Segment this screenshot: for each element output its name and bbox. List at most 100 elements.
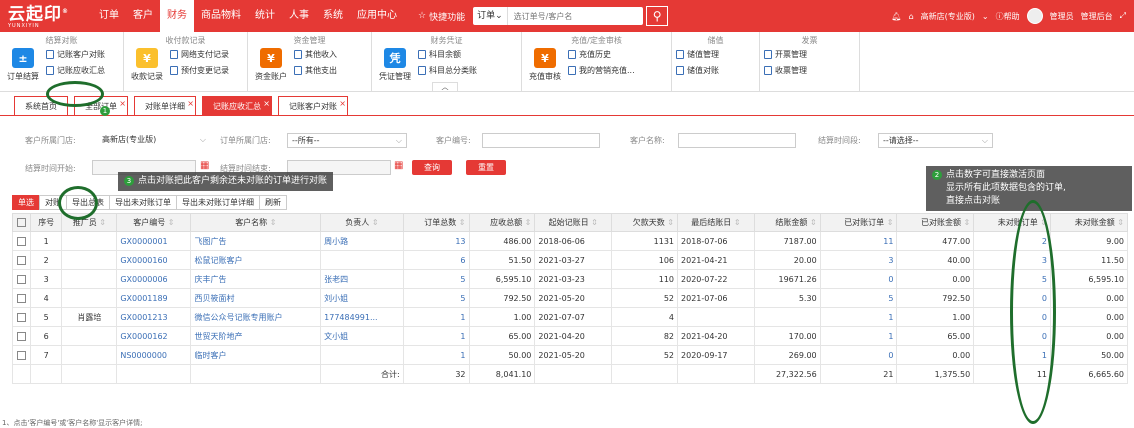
fund-account-button[interactable]: ¥ 资金账户 [252, 46, 290, 82]
table-row[interactable]: 3 GX0000006 庆丰广告 张老四 5 6,595.10 2021-03-23 110 2… [12, 269, 1128, 289]
col-last-settle-date-header[interactable]: 最后结账日 ⇕ [677, 213, 755, 232]
customer-code-input[interactable] [482, 133, 600, 148]
checkbox[interactable] [17, 350, 26, 360]
cell-customer-code[interactable]: NS0000000 [116, 345, 192, 365]
col-checked-amount-header[interactable]: 已对账金额 ⇕ [896, 213, 975, 232]
nav-finance[interactable]: 财务 [160, 0, 194, 32]
order-store-select[interactable]: --所有-- ⌵ [287, 133, 407, 148]
nav-materials[interactable]: 商品物料 [194, 0, 248, 32]
nav-app-center[interactable]: 应用中心 [350, 0, 404, 32]
col-customer-code-header[interactable]: 客户编号 ⇕ [116, 213, 192, 232]
cell-owner[interactable]: 刘小姐 [320, 288, 404, 308]
other-expense[interactable]: 其他支出 [294, 65, 337, 76]
cell-checked-orders[interactable]: 0 [819, 345, 898, 365]
cell-customer-code[interactable]: GX0001213 [116, 307, 192, 327]
row-checkbox-cell[interactable] [12, 231, 31, 251]
table-row[interactable]: 2 GX0000160 松鼠记账客户 6 51.50 2021-03-27 106 2021-… [12, 250, 1128, 270]
sort-icon[interactable]: ⇕ [456, 218, 466, 227]
calendar-icon[interactable]: ▦ [394, 160, 403, 171]
cell-customer-name[interactable]: 庆丰广告 [190, 269, 322, 289]
cell-owner[interactable]: 文小姐 [320, 326, 404, 346]
close-icon[interactable]: × [187, 94, 194, 113]
home-icon[interactable]: ⌂ [909, 12, 914, 21]
nav-stats[interactable]: 统计 [248, 0, 282, 32]
sort-icon[interactable]: ⇕ [884, 218, 894, 227]
col-index-header[interactable]: 序号 [29, 213, 63, 232]
prepay-change-records[interactable]: 预付变更记录 [170, 65, 229, 76]
recharge-history[interactable]: 充值历史 [568, 49, 635, 60]
period-select[interactable]: --请选择-- ⌵ [878, 133, 993, 148]
close-icon[interactable]: × [119, 94, 126, 113]
table-row[interactable]: 5 肖露培 GX0001213 微信公众号记账专用账户 177484991... 1 1.0… [12, 307, 1128, 327]
cell-customer-code[interactable]: GX0000006 [116, 269, 192, 289]
sort-icon[interactable]: ⇕ [731, 218, 741, 227]
table-row[interactable]: 7 NS0000000 临时客户 1 50.00 2021-05-20 52 2020-09-… [12, 345, 1128, 365]
sort-icon[interactable]: ⇕ [1115, 218, 1124, 227]
single-select-button[interactable]: 单选 [12, 195, 40, 210]
tab-receivable-summary[interactable]: 记账应收汇总 × [202, 96, 272, 115]
query-button[interactable]: 查询 [412, 160, 452, 175]
nav-order[interactable]: 订单 [92, 0, 126, 32]
cell-customer-code[interactable]: GX0000160 [116, 250, 192, 270]
app-logo[interactable]: 云起印® YUNXIYIN [0, 0, 78, 32]
search-button[interactable]: ⚲ [646, 6, 669, 26]
nav-hr[interactable]: 人事 [282, 0, 316, 32]
checkbox[interactable] [17, 236, 26, 246]
cell-checked-orders[interactable]: 5 [819, 288, 898, 308]
subject-balance[interactable]: 科目余额 [418, 49, 477, 60]
checkbox[interactable] [17, 218, 26, 227]
receipt-records-button[interactable]: ¥ 收款记录 [128, 46, 166, 82]
col-overdue-days-header[interactable]: 欠款天数 ⇕ [611, 213, 679, 232]
col-unchecked-amount-header[interactable]: 未对账金额 ⇕ [1050, 213, 1128, 232]
chevron-up-icon[interactable]: ︿ [432, 82, 458, 91]
col-checked-orders-header[interactable]: 已对账订单 ⇕ [819, 213, 898, 232]
cell-owner[interactable]: 张老四 [320, 269, 404, 289]
bell-icon[interactable]: 🔔︎ [891, 12, 901, 21]
cell-customer-name[interactable]: 临时客户 [190, 345, 322, 365]
subject-ledger[interactable]: 科目总分类账 [418, 65, 477, 76]
select-all-header[interactable] [12, 213, 31, 232]
nav-system[interactable]: 系统 [316, 0, 350, 32]
cell-checked-orders[interactable]: 11 [819, 231, 898, 251]
account-receivable-summary[interactable]: 记账应收汇总 [46, 65, 105, 76]
export-unreconciled-detail-button[interactable]: 导出未对账订单详细 [176, 195, 260, 210]
row-checkbox-cell[interactable] [12, 269, 31, 289]
receive-invoice-manage[interactable]: 收票管理 [764, 65, 855, 76]
stored-value-reconcile[interactable]: 储值对账 [676, 65, 755, 76]
col-receivable-header[interactable]: 应收总额 ⇕ [468, 213, 536, 232]
invoice-manage[interactable]: 开票管理 [764, 49, 855, 60]
stored-value-manage[interactable]: 储值管理 [676, 49, 755, 60]
fullscreen-icon[interactable]: ⤢ [1120, 11, 1126, 21]
col-start-date-header[interactable]: 起始记账日 ⇕ [534, 213, 613, 232]
col-customer-name-header[interactable]: 客户名称 ⇕ [190, 213, 322, 232]
cell-checked-orders[interactable]: 1 [819, 307, 898, 327]
cell-customer-code[interactable]: GX0000162 [116, 326, 192, 346]
store-selector[interactable]: 高新店(专业版) [921, 11, 975, 22]
sort-icon[interactable]: ⇕ [807, 218, 817, 227]
row-checkbox-cell[interactable] [12, 307, 31, 327]
checkbox[interactable] [17, 255, 26, 265]
avatar[interactable] [1026, 8, 1043, 24]
cell-order-count[interactable]: 1 [402, 307, 470, 327]
tab-customer-reconcile[interactable]: 记账客户对账 × [278, 96, 348, 115]
cell-checked-orders[interactable]: 3 [819, 250, 898, 270]
sort-icon[interactable]: ⇕ [961, 218, 971, 227]
admin-user[interactable]: 管理员 [1050, 11, 1074, 22]
row-checkbox-cell[interactable] [12, 345, 31, 365]
col-owner-header[interactable]: 负责人 ⇕ [320, 213, 404, 232]
cell-customer-name[interactable]: 飞图广告 [190, 231, 322, 251]
cell-order-count[interactable]: 5 [402, 269, 470, 289]
cell-customer-code[interactable]: GX0000001 [116, 231, 192, 251]
cell-customer-name[interactable]: 世贸天阶地产 [190, 326, 322, 346]
cell-checked-orders[interactable]: 0 [819, 269, 898, 289]
col-order-count-header[interactable]: 订单总数 ⇕ [402, 213, 470, 232]
cell-order-count[interactable]: 1 [402, 326, 470, 346]
voucher-manage-button[interactable]: 凭凭证管理 [376, 46, 414, 82]
quick-functions[interactable]: ☆ 快捷功能 [418, 10, 465, 23]
sort-icon[interactable]: ⇕ [589, 218, 598, 227]
sort-icon[interactable]: ⇕ [267, 218, 277, 227]
close-icon[interactable]: × [339, 94, 346, 113]
cell-customer-name[interactable]: 微信公众号记账专用账户 [190, 307, 322, 327]
sort-icon[interactable]: ⇕ [97, 218, 106, 227]
help-link[interactable]: ⓘ帮助 [996, 11, 1020, 22]
